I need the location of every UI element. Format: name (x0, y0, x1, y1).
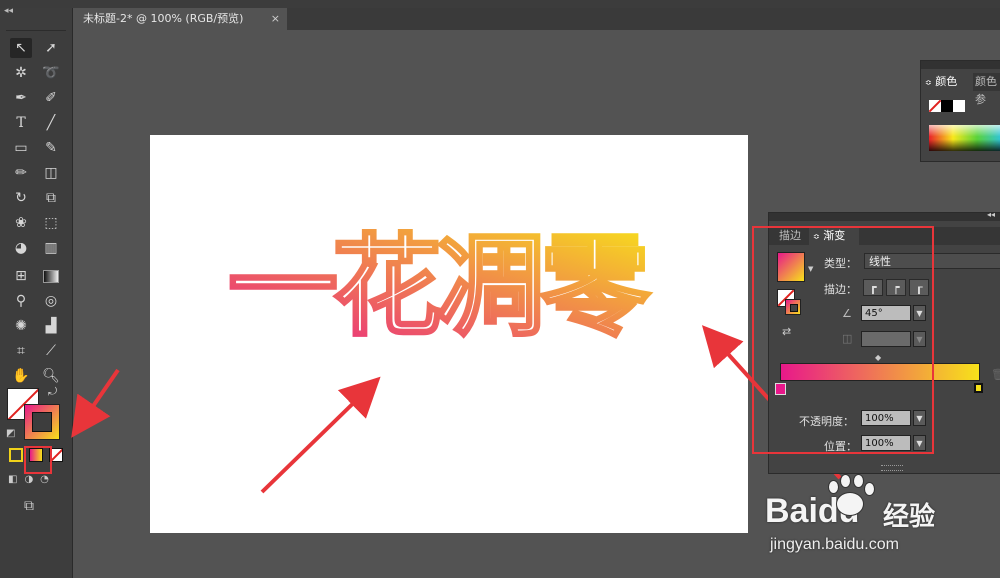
baidu-url: jingyan.baidu.com (770, 536, 899, 553)
color-mode-button[interactable] (9, 448, 23, 462)
document-tab[interactable]: 未标题-2* @ 100% (RGB/预览) × (73, 8, 287, 30)
rotate-tool-icon[interactable]: ↻ (10, 188, 32, 208)
line-tool-icon[interactable]: ╱ (40, 113, 62, 133)
zoom-tool-icon[interactable]: 🔍︎ (40, 366, 62, 386)
baidu-brand-cn: 经验 (883, 502, 936, 532)
tab-color-label: 颜色 (935, 75, 958, 88)
divider (6, 30, 66, 31)
blend-tool-icon[interactable]: ◎ (40, 291, 62, 311)
tab-color[interactable]: ≎ 颜色 (921, 73, 973, 91)
close-icon[interactable]: × (271, 8, 280, 30)
outline-gradient-text[interactable]: 一花凋零 (227, 222, 659, 353)
magic-wand-tool-icon[interactable]: ✲ (10, 63, 32, 83)
collapse-icon[interactable]: ◂◂ (4, 6, 13, 16)
symbol-sprayer-tool-icon[interactable]: ✺ (10, 316, 32, 336)
arrow-to-toolbar (71, 368, 120, 438)
lasso-tool-icon[interactable]: ➰ (40, 63, 62, 83)
tools-panel: ◂◂ ↖ ➚ ✲ ➰ ✒ ✐ T ╱ ▭ ✎ ✏ ◫ ↻ ⧉ ❀ ⬚ ◕ ▥ ⊞… (0, 6, 73, 578)
gradient-tool-icon[interactable] (40, 266, 62, 286)
eraser-tool-icon[interactable]: ◫ (40, 163, 62, 183)
panel-header (921, 61, 1000, 69)
eyedropper-tool-icon[interactable]: ⚲ (10, 291, 32, 311)
tab-arrow-icon: ≎ (925, 78, 932, 87)
artboard-artwork: 一花凋零 (227, 222, 659, 353)
scale-tool-icon[interactable]: ⧉ (40, 188, 62, 208)
draw-mode-icons[interactable]: ◧◑◔ (8, 474, 64, 488)
color-panel: ≎ 颜色 颜色参 (920, 60, 1000, 162)
direct-selection-tool-icon[interactable]: ➚ (40, 38, 62, 58)
pen-tool-icon[interactable]: ✒ (10, 88, 32, 108)
rectangle-tool-icon[interactable]: ▭ (10, 138, 32, 158)
color-spectrum[interactable] (929, 125, 1000, 151)
column-graph-tool-icon[interactable]: ▟ (40, 316, 62, 336)
curvature-tool-icon[interactable]: ✐ (40, 88, 62, 108)
paw-icon (828, 474, 878, 520)
swap-fill-stroke-icon[interactable]: ⤾ (48, 385, 57, 399)
slice-tool-icon[interactable]: ⟋ (40, 341, 62, 361)
trash-icon[interactable]: 🗑︎ (991, 368, 1000, 381)
none-swatch[interactable] (929, 100, 941, 112)
hand-tool-icon[interactable]: ✋ (10, 366, 32, 386)
perspective-grid-tool-icon[interactable]: ▥ (40, 238, 62, 258)
pencil-tool-icon[interactable]: ✏ (10, 163, 32, 183)
panel-header: ◂◂ (769, 210, 1000, 221)
tab-color-guide[interactable]: 颜色参 (971, 73, 1000, 106)
gradient-mode-highlight (24, 446, 52, 474)
warp-tool-icon[interactable]: ❀ (10, 213, 32, 233)
collapse-icon[interactable]: ◂◂ (987, 210, 995, 219)
mesh-tool-icon[interactable]: ⊞ (10, 266, 32, 286)
black-swatch[interactable] (941, 100, 953, 112)
shape-builder-tool-icon[interactable]: ◕ (10, 238, 32, 258)
artboard-tool-icon[interactable]: ⌗ (10, 341, 32, 361)
selection-tool-icon[interactable]: ↖ (10, 38, 32, 58)
artboard[interactable]: 一花凋零 (150, 135, 748, 533)
gradient-panel-highlight (752, 226, 934, 454)
baidu-watermark: Baidu 经验 jingyan.baidu.com (765, 470, 995, 570)
screen-mode-icon[interactable]: ⧉ (24, 498, 34, 514)
white-swatch[interactable] (953, 100, 965, 112)
color-panel-tabs: ≎ 颜色 颜色参 (921, 73, 1000, 106)
free-transform-tool-icon[interactable]: ⬚ (40, 213, 62, 233)
stroke-swatch[interactable] (24, 404, 60, 440)
document-tab-title: 未标题-2* @ 100% (RGB/预览) (83, 12, 244, 25)
default-colors-icon[interactable]: ◩ (6, 428, 15, 439)
gradient-stop-end[interactable] (974, 383, 983, 393)
type-tool-icon[interactable]: T (10, 113, 32, 133)
paintbrush-tool-icon[interactable]: ✎ (40, 138, 62, 158)
top-bar (0, 0, 1000, 8)
tab-color-guide-label: 颜色参 (975, 75, 997, 106)
